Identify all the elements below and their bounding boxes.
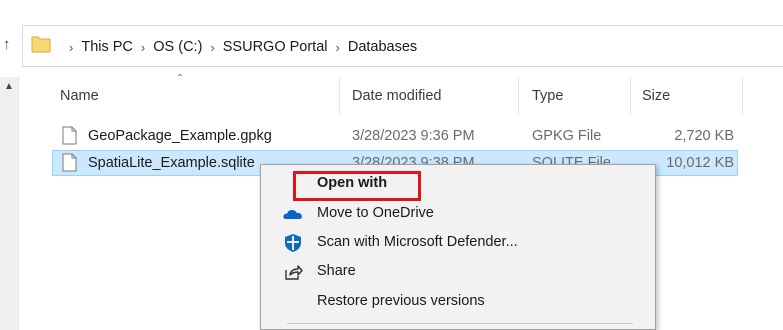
file-name: SpatiaLite_Example.sqlite: [88, 155, 255, 171]
address-bar-area: ↑ › This PC › OS (C:) › SSURGO Portal › …: [0, 0, 783, 86]
breadcrumb-item-ssurgo-portal[interactable]: SSURGO Portal: [223, 39, 328, 55]
column-divider[interactable]: [518, 78, 519, 114]
file-size: 2,720 KB: [674, 128, 734, 144]
share-icon: [285, 265, 303, 280]
menu-item-label: Share: [317, 263, 356, 279]
column-header-name[interactable]: Name: [60, 88, 99, 104]
breadcrumb-item-databases[interactable]: Databases: [348, 39, 417, 55]
column-divider[interactable]: [339, 78, 340, 114]
menu-item-share[interactable]: Share: [261, 257, 655, 286]
up-arrow-icon[interactable]: ↑: [3, 34, 19, 56]
onedrive-cloud-icon: [283, 210, 302, 219]
breadcrumb: › This PC › OS (C:) › SSURGO Portal › Da…: [61, 26, 417, 68]
scroll-up-caret-icon[interactable]: ▲: [4, 81, 14, 92]
file-row[interactable]: GeoPackage_Example.gpkg 3/28/2023 9:36 P…: [52, 123, 738, 149]
navigation-pane-scrollbar[interactable]: ▲: [0, 77, 19, 330]
menu-item-label: Scan with Microsoft Defender...: [317, 234, 518, 250]
breadcrumb-separator: ›: [69, 39, 74, 55]
breadcrumb-separator: ›: [335, 39, 340, 55]
file-date-modified: 3/28/2023 9:36 PM: [352, 128, 475, 144]
context-menu: Open with Move to OneDrive Scan with Mic…: [260, 164, 656, 330]
address-bar[interactable]: › This PC › OS (C:) › SSURGO Portal › Da…: [22, 25, 783, 67]
menu-item-label: Open with: [317, 175, 388, 191]
column-header-date-modified[interactable]: Date modified: [352, 88, 441, 104]
folder-icon: [31, 36, 51, 53]
file-icon: [62, 153, 77, 172]
file-type: GPKG File: [532, 128, 602, 144]
breadcrumb-separator: ›: [140, 39, 146, 55]
menu-item-label: Restore previous versions: [317, 293, 485, 309]
file-explorer-window: ↑ › This PC › OS (C:) › SSURGO Portal › …: [0, 0, 783, 330]
menu-separator: [287, 323, 633, 324]
column-divider[interactable]: [742, 78, 743, 114]
defender-shield-icon: [285, 234, 301, 252]
menu-item-label: Move to OneDrive: [317, 205, 434, 221]
menu-item-move-to-onedrive[interactable]: Move to OneDrive: [261, 199, 655, 228]
breadcrumb-item-this-pc[interactable]: This PC: [81, 39, 133, 55]
column-divider[interactable]: [630, 78, 631, 114]
menu-item-open-with[interactable]: Open with: [261, 169, 655, 201]
breadcrumb-item-os-c[interactable]: OS (C:): [153, 39, 202, 55]
file-icon: [62, 126, 77, 145]
column-header-type[interactable]: Type: [532, 88, 563, 104]
menu-item-restore-previous-versions[interactable]: Restore previous versions: [261, 287, 655, 316]
sort-ascending-icon: ⌃: [176, 73, 185, 84]
breadcrumb-separator: ›: [210, 39, 215, 55]
column-header-size[interactable]: Size: [642, 88, 670, 104]
menu-item-scan-with-defender[interactable]: Scan with Microsoft Defender...: [261, 228, 655, 257]
file-name: GeoPackage_Example.gpkg: [88, 128, 272, 144]
